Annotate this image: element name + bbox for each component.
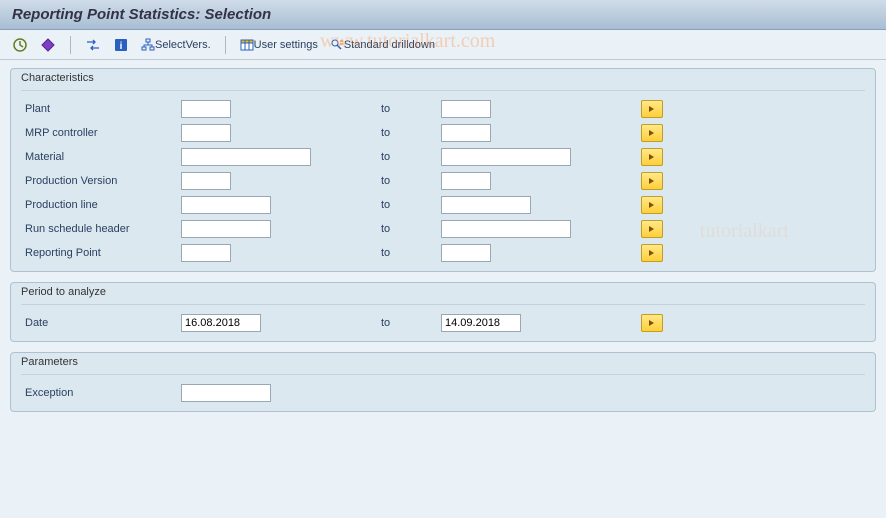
production-line-multiselect-button[interactable] bbox=[641, 196, 663, 214]
production-version-multiselect-button[interactable] bbox=[641, 172, 663, 190]
parameters-group: Parameters Exception bbox=[10, 352, 876, 412]
arrow-right-icon bbox=[647, 200, 657, 210]
arrow-right-icon bbox=[647, 152, 657, 162]
parameters-title: Parameters bbox=[21, 353, 865, 375]
reporting-point-label: Reporting Point bbox=[21, 247, 181, 259]
drilldown-icon bbox=[330, 38, 344, 52]
arrow-right-icon bbox=[647, 224, 657, 234]
content-area: Characteristics Plant to MRP controller … bbox=[0, 60, 886, 518]
production-line-from-input[interactable] bbox=[181, 196, 271, 214]
select-version-label: SelectVers. bbox=[155, 39, 211, 51]
to-label: to bbox=[381, 317, 441, 329]
run-schedule-header-multiselect-button[interactable] bbox=[641, 220, 663, 238]
date-multiselect-button[interactable] bbox=[641, 314, 663, 332]
user-settings-label: User settings bbox=[254, 39, 318, 51]
plant-row: Plant to bbox=[21, 97, 865, 121]
clock-execute-icon bbox=[12, 37, 28, 53]
production-version-from-input[interactable] bbox=[181, 172, 231, 190]
production-version-row: Production Version to bbox=[21, 169, 865, 193]
to-label: to bbox=[381, 175, 441, 187]
to-label: to bbox=[381, 151, 441, 163]
arrow-right-icon bbox=[647, 318, 657, 328]
info-button[interactable]: i bbox=[109, 35, 133, 55]
to-label: to bbox=[381, 199, 441, 211]
period-title: Period to analyze bbox=[21, 283, 865, 305]
run-schedule-header-label: Run schedule header bbox=[21, 223, 181, 235]
arrow-right-icon bbox=[647, 176, 657, 186]
to-label: to bbox=[381, 223, 441, 235]
to-label: to bbox=[381, 103, 441, 115]
exception-row: Exception bbox=[21, 381, 865, 405]
production-version-to-input[interactable] bbox=[441, 172, 491, 190]
mrp-controller-row: MRP controller to bbox=[21, 121, 865, 145]
toolbar-separator bbox=[225, 36, 226, 54]
date-to-input[interactable] bbox=[441, 314, 521, 332]
production-line-label: Production line bbox=[21, 199, 181, 211]
svg-text:i: i bbox=[120, 41, 123, 52]
user-settings-button[interactable]: User settings bbox=[236, 36, 322, 54]
material-to-input[interactable] bbox=[441, 148, 571, 166]
reporting-point-from-input[interactable] bbox=[181, 244, 231, 262]
mrp-controller-to-input[interactable] bbox=[441, 124, 491, 142]
production-version-label: Production Version bbox=[21, 175, 181, 187]
toolbar-separator bbox=[70, 36, 71, 54]
mrp-controller-from-input[interactable] bbox=[181, 124, 231, 142]
characteristics-title: Characteristics bbox=[21, 69, 865, 91]
select-version-button[interactable]: SelectVers. bbox=[137, 36, 215, 54]
reporting-point-to-input[interactable] bbox=[441, 244, 491, 262]
standard-drilldown-label: Standard drilldown bbox=[344, 39, 435, 51]
period-group: Period to analyze Date to bbox=[10, 282, 876, 342]
exception-label: Exception bbox=[21, 387, 181, 399]
material-label: Material bbox=[21, 151, 181, 163]
info-icon: i bbox=[113, 37, 129, 53]
page-title: Reporting Point Statistics: Selection bbox=[12, 6, 874, 23]
characteristics-group: Characteristics Plant to MRP controller … bbox=[10, 68, 876, 272]
table-icon bbox=[240, 38, 254, 52]
date-label: Date bbox=[21, 317, 181, 329]
diamond-icon bbox=[40, 37, 56, 53]
production-line-row: Production line to bbox=[21, 193, 865, 217]
arrow-right-icon bbox=[647, 104, 657, 114]
reporting-point-row: Reporting Point to bbox=[21, 241, 865, 265]
plant-from-input[interactable] bbox=[181, 100, 231, 118]
to-label: to bbox=[381, 247, 441, 259]
run-schedule-header-row: Run schedule header to bbox=[21, 217, 865, 241]
execute-button[interactable] bbox=[8, 35, 32, 55]
arrows-icon bbox=[85, 37, 101, 53]
material-multiselect-button[interactable] bbox=[641, 148, 663, 166]
hierarchy-icon bbox=[141, 38, 155, 52]
arrow-right-icon bbox=[647, 248, 657, 258]
standard-drilldown-button[interactable]: Standard drilldown bbox=[326, 36, 439, 54]
to-label: to bbox=[381, 127, 441, 139]
mrp-controller-multiselect-button[interactable] bbox=[641, 124, 663, 142]
arrow-right-icon bbox=[647, 128, 657, 138]
run-schedule-header-to-input[interactable] bbox=[441, 220, 571, 238]
date-from-input[interactable] bbox=[181, 314, 261, 332]
plant-to-input[interactable] bbox=[441, 100, 491, 118]
run-schedule-header-from-input[interactable] bbox=[181, 220, 271, 238]
reporting-point-multiselect-button[interactable] bbox=[641, 244, 663, 262]
selection-options-button[interactable] bbox=[81, 35, 105, 55]
title-bar: Reporting Point Statistics: Selection bbox=[0, 0, 886, 30]
plant-multiselect-button[interactable] bbox=[641, 100, 663, 118]
variant-button[interactable] bbox=[36, 35, 60, 55]
material-from-input[interactable] bbox=[181, 148, 311, 166]
production-line-to-input[interactable] bbox=[441, 196, 531, 214]
plant-label: Plant bbox=[21, 103, 181, 115]
toolbar: i SelectVers. User settings Standard dri… bbox=[0, 30, 886, 60]
exception-input[interactable] bbox=[181, 384, 271, 402]
material-row: Material to bbox=[21, 145, 865, 169]
date-row: Date to bbox=[21, 311, 865, 335]
mrp-controller-label: MRP controller bbox=[21, 127, 181, 139]
